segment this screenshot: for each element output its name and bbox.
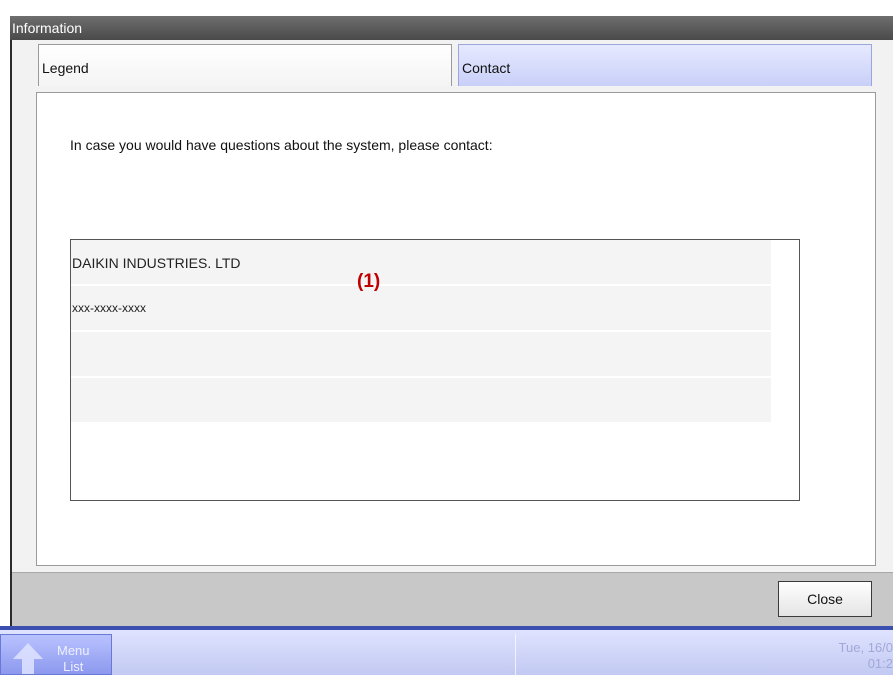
phone-number: xxx-xxxx-xxxx (72, 301, 146, 315)
title-bar: Information (10, 16, 893, 40)
contact-row-company: DAIKIN INDUSTRIES. LTD (71, 240, 771, 285)
tab-legend[interactable]: Legend (38, 44, 452, 86)
information-window: Information Legend Contact In case you w… (10, 16, 893, 627)
bottom-status-bar: Menu List Tue, 16/0 01:2 (0, 626, 893, 675)
contact-content: In case you would have questions about t… (36, 92, 876, 566)
contact-row-phone: xxx-xxxx-xxxx (71, 286, 771, 331)
contact-info-box: DAIKIN INDUSTRIES. LTD xxx-xxxx-xxxx (1) (70, 239, 800, 501)
contact-row-empty-1 (71, 332, 771, 377)
company-name: DAIKIN INDUSTRIES. LTD (72, 255, 241, 271)
dialog-footer: Close (12, 572, 893, 627)
tab-legend-label: Legend (42, 60, 89, 76)
tab-contact-label: Contact (462, 60, 511, 76)
menu-list-button[interactable]: Menu List (0, 634, 112, 675)
callout-marker: (1) (357, 271, 381, 292)
contact-row-empty-2 (71, 378, 771, 423)
tab-contact[interactable]: Contact (458, 44, 872, 86)
menu-list-label: Menu List (57, 643, 90, 674)
date-time-display: Tue, 16/0 01:2 (838, 640, 893, 671)
bar-divider (515, 634, 516, 675)
close-button[interactable]: Close (778, 581, 872, 617)
up-arrow-icon (13, 643, 43, 674)
window-title: Information (12, 20, 83, 36)
instruction-text: In case you would have questions about t… (70, 137, 493, 153)
dialog-panel: Legend Contact In case you would have qu… (12, 40, 893, 627)
